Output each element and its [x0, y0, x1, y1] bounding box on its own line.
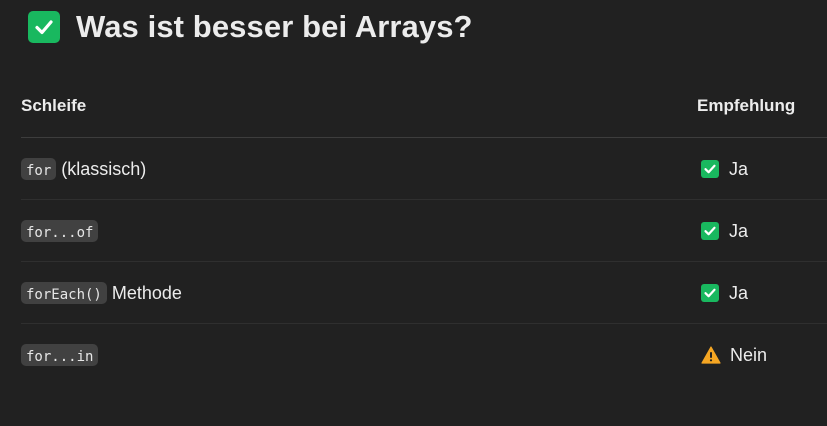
column-header-empfehlung: Empfehlung [697, 96, 796, 115]
check-mark-button-icon [701, 284, 719, 302]
table-row: for...of Ja [21, 200, 827, 262]
recommendation-text: Ja [729, 220, 749, 241]
table-row: forEach() Methode Ja [21, 262, 827, 324]
warning-icon [701, 346, 721, 364]
loop-cell: for (klassisch) [21, 156, 146, 182]
table-row: for (klassisch) Ja [21, 138, 827, 200]
recommendation-cell: Ja [701, 218, 748, 244]
loop-cell: for...in [21, 342, 99, 368]
loop-cell: forEach() Methode [21, 280, 182, 306]
recommendation-text: Ja [729, 158, 749, 179]
inline-code: for [21, 158, 57, 180]
comparison-table: Schleife Empfehlung for (klassisch) Ja f… [21, 76, 827, 385]
check-mark-button-icon [28, 11, 60, 43]
loop-description: (klassisch) [61, 158, 147, 179]
page-title: Was ist besser bei Arrays? [76, 9, 473, 44]
recommendation-text: Nein [730, 344, 768, 365]
table-row: for...in Nein [21, 324, 827, 385]
section-heading: Was ist besser bei Arrays? [28, 6, 473, 48]
recommendation-cell: Ja [701, 280, 748, 306]
loop-description: Methode [111, 282, 182, 303]
recommendation-text: Ja [729, 282, 749, 303]
inline-code: forEach() [21, 282, 107, 304]
check-mark-button-icon [701, 222, 719, 240]
loop-cell: for...of [21, 218, 99, 244]
inline-code: for...of [21, 220, 99, 242]
recommendation-cell: Ja [701, 156, 748, 182]
column-header-schleife: Schleife [21, 96, 87, 115]
check-mark-button-icon [701, 160, 719, 178]
table-header-row: Schleife Empfehlung [21, 76, 827, 138]
recommendation-cell: Nein [701, 342, 767, 368]
inline-code: for...in [21, 344, 99, 366]
